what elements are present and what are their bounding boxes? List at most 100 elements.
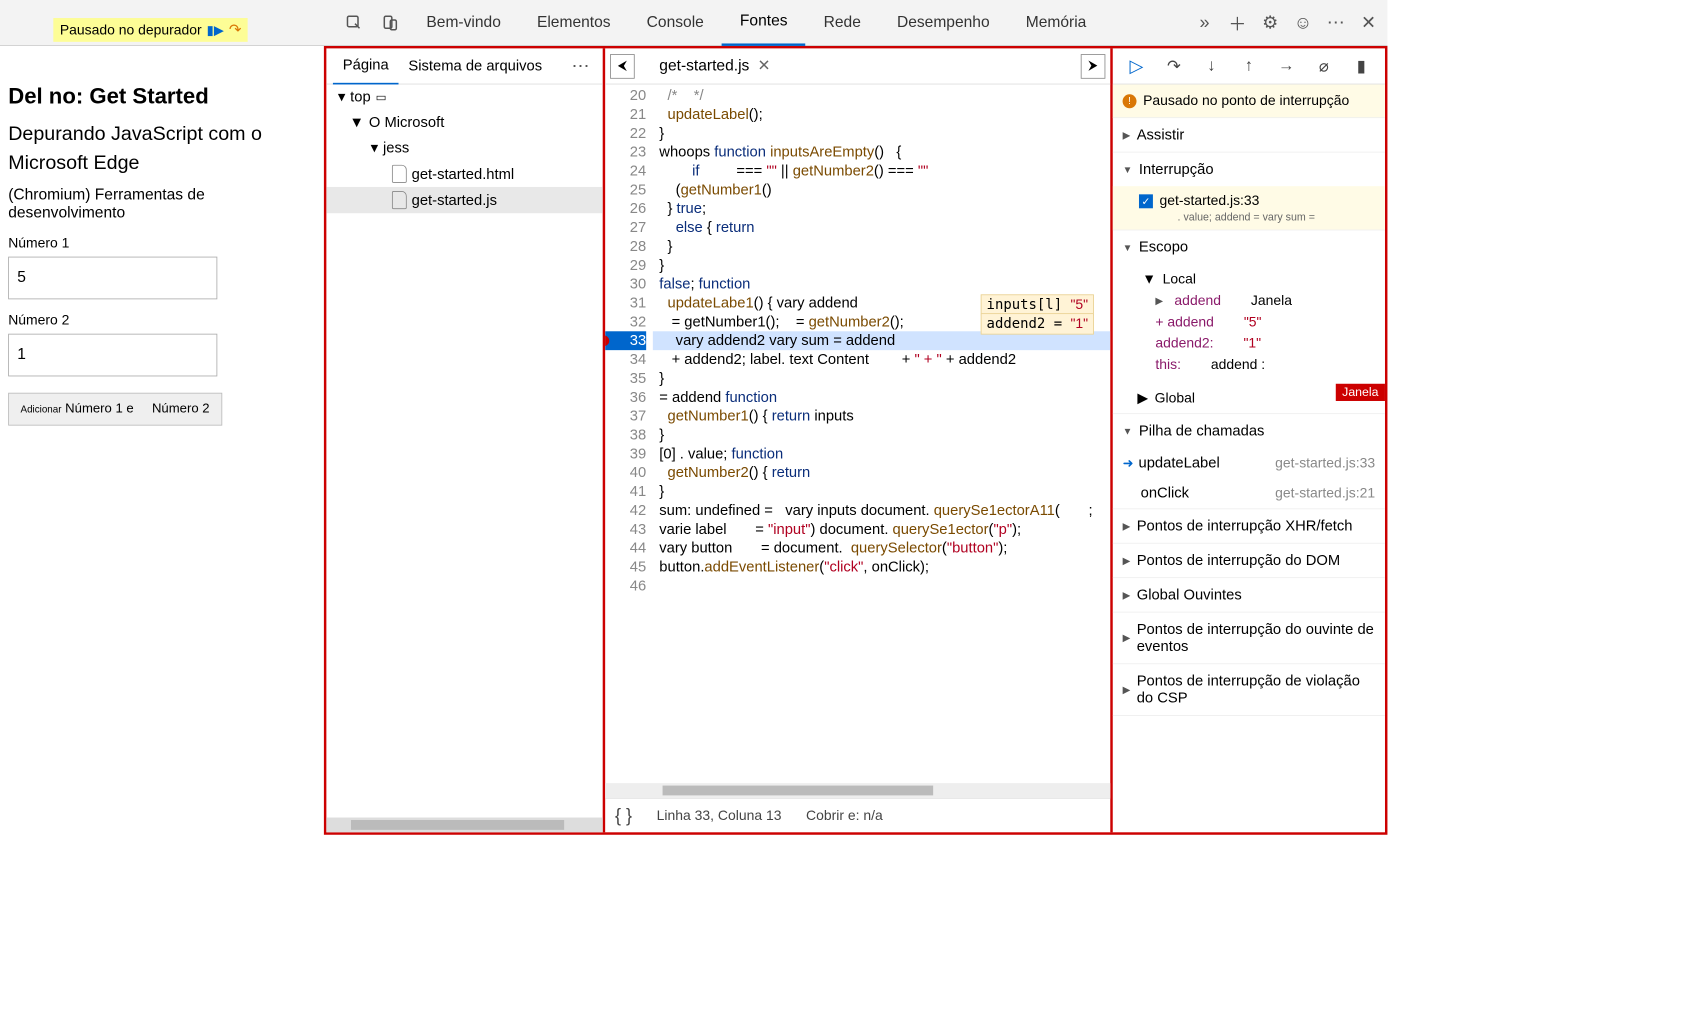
callstack-section[interactable]: ▼Pilha de chamadas <box>1113 414 1385 448</box>
device-icon[interactable] <box>379 11 402 34</box>
hide-debugger-icon[interactable]: ⮞ <box>1081 54 1106 79</box>
tab-elements[interactable]: Elementos <box>519 0 629 46</box>
code-line[interactable]: } <box>653 124 1111 143</box>
pretty-print-icon[interactable]: { } <box>615 805 632 826</box>
step-over-icon[interactable]: ↷ <box>1162 56 1185 77</box>
code-line[interactable]: sum: undefined = vary inputs document. q… <box>653 501 1111 520</box>
xhr-bp-section[interactable]: ▶Pontos de interrupção XHR/fetch <box>1113 509 1385 543</box>
code-line[interactable]: } <box>653 237 1111 256</box>
page-paragraph: (Chromium) Ferramentas de desenvolviment… <box>8 186 316 222</box>
dom-bp-section[interactable]: ▶Pontos de interrupção do DOM <box>1113 544 1385 578</box>
add-button[interactable]: Adicionar Número 1 e Número 2 <box>8 393 222 426</box>
navigator-pane: Página Sistema de arquivos ⋯ ▾ top ▭ ▼ O… <box>326 48 605 832</box>
tab-sources[interactable]: Fontes <box>722 0 806 46</box>
scope-variable[interactable]: addend2: "1" <box>1132 333 1385 354</box>
inspect-icon[interactable] <box>343 11 366 34</box>
page-subtitle: Depurando JavaScript com o Microsoft Edg… <box>8 121 316 178</box>
close-icon[interactable]: ✕ <box>1358 12 1379 33</box>
deactivate-bp-icon[interactable]: ⌀ <box>1312 56 1335 77</box>
scope-variable[interactable]: this: addend : <box>1132 354 1385 375</box>
code-line[interactable]: varie label = "input") document. querySe… <box>653 520 1111 539</box>
cursor-position: Linha 33, Coluna 13 <box>657 807 782 823</box>
code-line[interactable]: vary button = document. querySelector("b… <box>653 539 1111 558</box>
breakpoint-item[interactable]: ✓get-started.js:33. value; addend = vary… <box>1113 186 1385 229</box>
resume-icon[interactable]: ▮▶ <box>207 22 224 38</box>
scope-local-header[interactable]: ▼Local <box>1132 269 1385 290</box>
tree-top[interactable]: ▾ top ▭ <box>326 84 602 109</box>
tree-domain[interactable]: ▼ O Microsoft <box>326 110 602 135</box>
pause-status: !Pausado no ponto de interrupção <box>1113 84 1385 118</box>
editor-tab[interactable]: get-started.js ✕ <box>659 57 770 76</box>
tab-console[interactable]: Console <box>629 0 722 46</box>
number1-input[interactable] <box>8 257 217 300</box>
inline-value-2: addend2 = "1" <box>981 313 1094 334</box>
tree-file-html[interactable]: get-started.html <box>326 161 602 187</box>
code-line[interactable]: [0] . value; function <box>653 444 1111 463</box>
scope-section[interactable]: ▼Escopo <box>1113 230 1385 264</box>
code-line[interactable] <box>653 576 1111 595</box>
step-icon[interactable]: → <box>1275 57 1298 76</box>
code-line[interactable]: false; function <box>653 275 1111 294</box>
tree-file-js[interactable]: get-started.js <box>326 187 602 213</box>
code-line[interactable]: button.addEventListener("click", onClick… <box>653 558 1111 577</box>
navigator-more-icon[interactable]: ⋯ <box>572 55 597 76</box>
step-out-icon[interactable]: ↑ <box>1237 57 1260 76</box>
janela-badge: Janela <box>1336 384 1385 401</box>
code-line[interactable]: whoops function inputsAreEmpty() { <box>653 143 1111 162</box>
code-line[interactable]: getNumber1() { return inputs <box>653 407 1111 426</box>
hide-navigator-icon[interactable]: ⮜ <box>610 54 635 79</box>
coverage-status: Cobrir e: n/a <box>806 807 883 823</box>
code-line[interactable]: getNumber2() { return <box>653 463 1111 482</box>
resume-button[interactable]: ▷ <box>1125 55 1148 76</box>
code-line[interactable]: } <box>653 426 1111 445</box>
tree-folder[interactable]: ▾ jess <box>326 135 602 160</box>
navigator-tab-filesystem[interactable]: Sistema de arquivos <box>399 48 552 84</box>
watch-section[interactable]: ▶Assistir <box>1113 118 1385 152</box>
code-line[interactable]: /* */ <box>653 86 1111 105</box>
settings-icon[interactable]: ⚙ <box>1260 12 1281 33</box>
global-listeners-section[interactable]: ▶Global Ouvintes <box>1113 578 1385 612</box>
tab-memory[interactable]: Memória <box>1008 0 1105 46</box>
code-line[interactable]: else { return <box>653 218 1111 237</box>
step-into-icon[interactable]: ↓ <box>1200 57 1223 76</box>
code-editor-pane: ⮜ get-started.js ✕ ⮞ 2021222324252627282… <box>605 48 1113 832</box>
code-line[interactable]: updateLabel(); <box>653 105 1111 124</box>
number1-label: Número 1 <box>8 235 316 251</box>
new-tab-icon[interactable]: ＋ <box>1227 12 1248 33</box>
code-line[interactable]: } <box>653 482 1111 501</box>
tab-network[interactable]: Rede <box>806 0 879 46</box>
page-preview: Del no: Get Started Depurando JavaScript… <box>0 46 324 835</box>
pause-overlay: Pausado no depurador ▮▶ ↷ <box>53 18 247 42</box>
code-line[interactable]: } true; <box>653 199 1111 218</box>
callstack-frame[interactable]: onClickget-started.js:21 <box>1113 478 1385 508</box>
code-line[interactable]: = addend function <box>653 388 1111 407</box>
editor-scrollbar[interactable] <box>605 783 1110 798</box>
breakpoints-section[interactable]: ▼Interrupção <box>1113 153 1385 187</box>
warn-icon: ! <box>1123 94 1137 108</box>
navigator-tab-page[interactable]: Página <box>333 48 399 84</box>
code-line[interactable]: + addend2; label. text Content + " + " +… <box>653 350 1111 369</box>
navigator-scrollbar[interactable] <box>326 818 602 833</box>
scope-global[interactable]: ▶GlobalJanela <box>1113 384 1385 414</box>
page-title: Del no: Get Started <box>8 83 316 110</box>
kebab-icon[interactable]: ⋯ <box>1325 12 1346 33</box>
tab-performance[interactable]: Desempenho <box>879 0 1008 46</box>
number2-label: Número 2 <box>8 312 316 328</box>
pause-exceptions-icon[interactable]: ▮ <box>1350 56 1373 77</box>
number2-input[interactable] <box>8 334 217 377</box>
scope-variable[interactable]: ▶addend Janela <box>1132 290 1385 311</box>
debugger-pane: ▷ ↷ ↓ ↑ → ⌀ ▮ !Pausado no ponto de inter… <box>1113 48 1385 832</box>
code-line[interactable]: (getNumber1() <box>653 180 1111 199</box>
code-line[interactable]: } <box>653 256 1111 275</box>
csp-bp-section[interactable]: ▶Pontos de interrupção de violação do CS… <box>1113 664 1385 715</box>
more-tabs-icon[interactable]: » <box>1194 12 1215 33</box>
code-line[interactable]: } <box>653 369 1111 388</box>
scope-variable[interactable]: + addend "5" <box>1132 312 1385 333</box>
event-bp-section[interactable]: ▶Pontos de interrupção do ouvinte de eve… <box>1113 613 1385 664</box>
callstack-frame[interactable]: ➜updateLabelget-started.js:33 <box>1113 448 1385 478</box>
tab-welcome[interactable]: Bem-vindo <box>408 0 519 46</box>
step-icon[interactable]: ↷ <box>229 21 241 38</box>
close-tab-icon[interactable]: ✕ <box>758 57 771 76</box>
feedback-icon[interactable]: ☺ <box>1292 12 1313 33</box>
code-line[interactable]: if === "" || getNumber2() === "" <box>653 162 1111 181</box>
